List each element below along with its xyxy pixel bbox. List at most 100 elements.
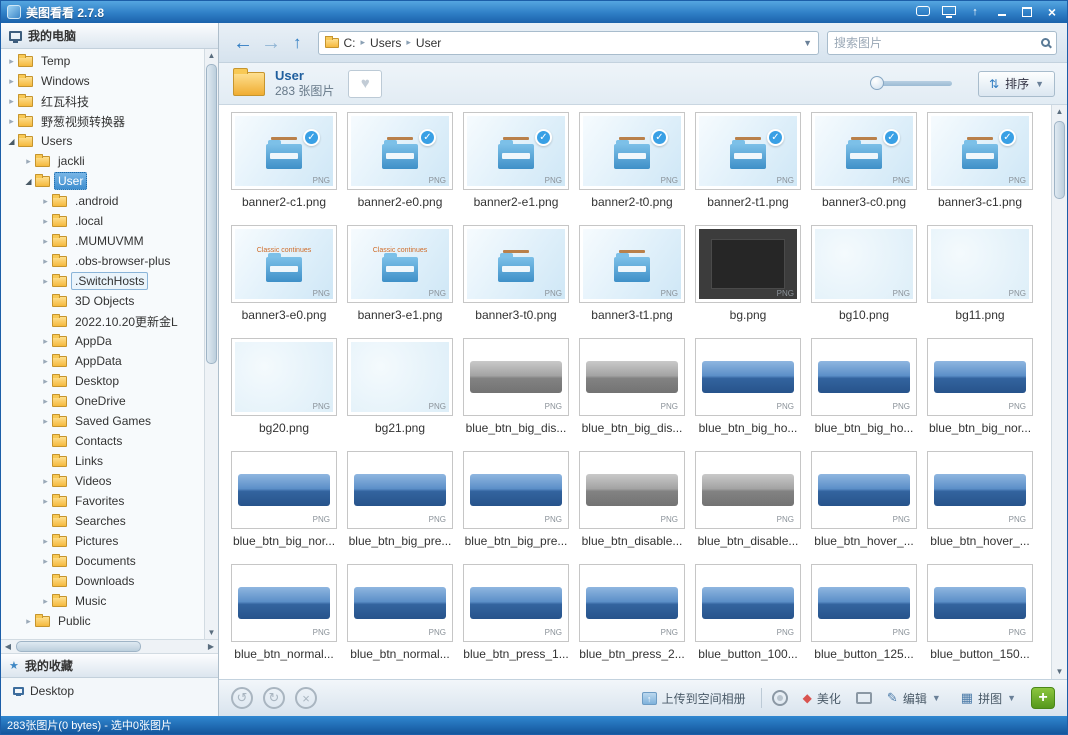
grid-item[interactable]: PNGbg.png (690, 225, 806, 338)
tree-item[interactable]: ▸.android (1, 191, 204, 211)
tree-item[interactable]: ▸AppDa (1, 331, 204, 351)
my-computer-header[interactable]: 我的电脑 (1, 23, 218, 49)
breadcrumb-segment[interactable]: User (416, 36, 441, 50)
expander-icon[interactable]: ▸ (40, 236, 51, 247)
tree-item[interactable]: 2022.10.20更新金L (1, 311, 204, 331)
tree-item[interactable]: ▸.local (1, 211, 204, 231)
edit-dropdown-icon[interactable]: ▼ (932, 693, 941, 703)
edit-button[interactable]: ✎ 编辑 ▼ (882, 687, 946, 710)
expander-icon[interactable]: ◢ (6, 137, 17, 146)
close-button[interactable]: × (1041, 4, 1063, 20)
expander-icon[interactable]: ◢ (23, 177, 34, 186)
rotate-left-button[interactable]: ↺ (231, 687, 253, 709)
breadcrumb-segment[interactable]: C: (344, 36, 356, 50)
tree-item[interactable]: ▸.MUMUVMM (1, 231, 204, 251)
upload-button[interactable]: ↑ 上传到空间相册 (637, 687, 751, 710)
grid-item[interactable]: ✓PNGbanner2-c1.png (226, 112, 342, 225)
grid-item[interactable]: PNGblue_btn_big_pre... (342, 451, 458, 564)
grid-item[interactable]: PNGblue_button_150... (922, 564, 1038, 677)
expander-icon[interactable]: ▸ (40, 596, 51, 607)
delete-button[interactable]: × (295, 687, 317, 709)
grid-scroll-up-icon[interactable]: ▲ (1052, 105, 1067, 119)
expander-icon[interactable]: ▸ (40, 256, 51, 267)
sort-dropdown-icon[interactable]: ▼ (1035, 79, 1044, 89)
expander-icon[interactable]: ▸ (40, 496, 51, 507)
breadcrumb-dropdown-icon[interactable]: ▼ (803, 38, 812, 48)
add-button[interactable]: + (1031, 687, 1055, 709)
grid-item[interactable]: PNGblue_btn_big_ho... (690, 338, 806, 451)
grid-item[interactable]: PNGbanner3-t0.png (458, 225, 574, 338)
grid-item[interactable]: ✓PNGbanner2-e1.png (458, 112, 574, 225)
sort-button[interactable]: ⇅ 排序 ▼ (978, 71, 1055, 97)
grid-item[interactable]: PNGbg20.png (226, 338, 342, 451)
grid-item[interactable]: PNGblue_btn_big_nor... (922, 338, 1038, 451)
scroll-down-icon[interactable]: ▼ (205, 626, 218, 639)
search-box[interactable] (827, 31, 1057, 55)
grid-scrollbar-thumb[interactable] (1054, 121, 1065, 199)
grid-item[interactable]: PNGblue_btn_big_dis... (458, 338, 574, 451)
grid-item[interactable]: PNGblue_btn_big_nor... (226, 451, 342, 564)
grid-item[interactable]: PNGbg10.png (806, 225, 922, 338)
expander-icon[interactable]: ▸ (40, 416, 51, 427)
tree-item[interactable]: ▸jackli (1, 151, 204, 171)
grid-item[interactable]: PNGbanner3-t1.png (574, 225, 690, 338)
slider-knob[interactable] (870, 76, 884, 90)
scroll-up-icon[interactable]: ▲ (205, 49, 218, 62)
my-favorites-header[interactable]: ★ 我的收藏 (1, 654, 218, 678)
grid-item[interactable]: PNGblue_btn_normal... (226, 564, 342, 677)
grid-item[interactable]: PNGblue_button_125... (806, 564, 922, 677)
expander-icon[interactable]: ▸ (40, 196, 51, 207)
expander-icon[interactable]: ▸ (40, 356, 51, 367)
search-input[interactable] (834, 36, 1041, 50)
display-icon[interactable] (856, 692, 872, 704)
grid-item[interactable]: PNGblue_btn_hover_... (922, 451, 1038, 564)
expander-icon[interactable]: ▸ (23, 156, 34, 167)
tree-item[interactable]: ▸Temp (1, 51, 204, 71)
tree-item[interactable]: ▸.obs-browser-plus (1, 251, 204, 271)
tree-item[interactable]: Downloads (1, 571, 204, 591)
tree-item[interactable]: ▸Documents (1, 551, 204, 571)
tree-item[interactable]: ▸红瓦科技 (1, 91, 204, 111)
tree-item[interactable]: ◢Users (1, 131, 204, 151)
grid-item[interactable]: PNGbg11.png (922, 225, 1038, 338)
expander-icon[interactable]: ▸ (40, 476, 51, 487)
expander-icon[interactable]: ▸ (6, 56, 17, 67)
tree-item[interactable]: ▸Videos (1, 471, 204, 491)
grid-item[interactable]: PNGbg21.png (342, 338, 458, 451)
favorite-item[interactable]: Desktop (9, 682, 210, 700)
grid-scroll-down-icon[interactable]: ▼ (1052, 665, 1067, 679)
lens-icon[interactable] (772, 690, 788, 706)
maximize-button[interactable] (1016, 4, 1038, 20)
expander-icon[interactable]: ▸ (6, 96, 17, 107)
breadcrumb[interactable]: C:▸Users▸User ▼ (318, 31, 820, 55)
minimize-button[interactable] (991, 4, 1013, 20)
grid-item[interactable]: ✓PNGbanner3-c0.png (806, 112, 922, 225)
grid-item[interactable]: PNGblue_btn_disable... (690, 451, 806, 564)
grid-item[interactable]: Classic continuesPNGbanner3-e0.png (226, 225, 342, 338)
tree-item[interactable]: Searches (1, 511, 204, 531)
expander-icon[interactable]: ▸ (6, 76, 17, 87)
grid-item[interactable]: PNGblue_btn_big_dis... (574, 338, 690, 451)
tree-item[interactable]: ◢User (1, 171, 204, 191)
tree-item[interactable]: ▸.SwitchHosts (1, 271, 204, 291)
tree-item[interactable]: ▸Saved Games (1, 411, 204, 431)
scroll-right-icon[interactable]: ▶ (204, 640, 218, 653)
beautify-button[interactable]: ◆ 美化 (798, 687, 846, 710)
expander-icon[interactable]: ▸ (40, 556, 51, 567)
grid-item[interactable]: ✓PNGbanner2-t1.png (690, 112, 806, 225)
tree-scrollbar-thumb[interactable] (206, 64, 217, 364)
grid-item[interactable]: PNGblue_btn_press_1... (458, 564, 574, 677)
expander-icon[interactable]: ▸ (23, 616, 34, 627)
skin-icon[interactable] (940, 5, 958, 19)
tree-item[interactable]: ▸Windows (1, 71, 204, 91)
grid-item[interactable]: ✓PNGbanner3-c1.png (922, 112, 1038, 225)
tree-item[interactable]: ▸AppData (1, 351, 204, 371)
collage-button[interactable]: ▦ 拼图 ▼ (956, 687, 1021, 710)
breadcrumb-segment[interactable]: Users (370, 36, 401, 50)
favorite-button[interactable]: ♥ (348, 70, 382, 98)
feedback-icon[interactable] (914, 5, 932, 19)
back-button[interactable]: ← (233, 33, 253, 53)
rotate-right-button[interactable]: ↻ (263, 687, 285, 709)
grid-item[interactable]: PNGblue_btn_disable... (574, 451, 690, 564)
expander-icon[interactable]: ▸ (40, 376, 51, 387)
